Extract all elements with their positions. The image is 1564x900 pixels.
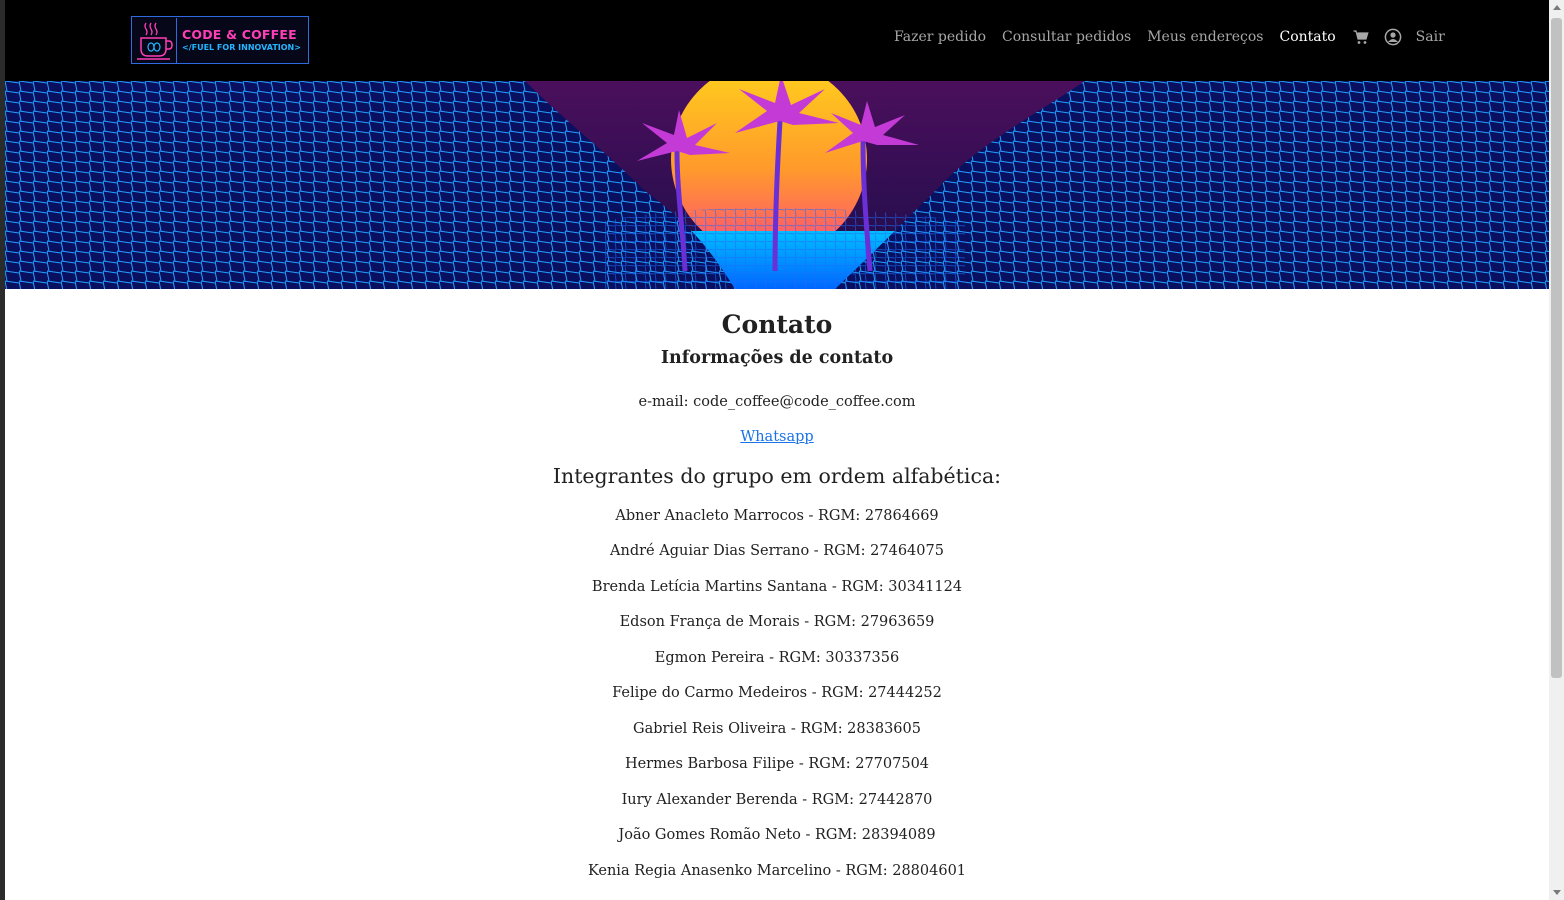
scroll-down-icon[interactable] <box>1553 890 1561 895</box>
member-item: Gabriel Reis Oliveira - RGM: 28383605 <box>632 721 921 737</box>
whatsapp-link[interactable]: Whatsapp <box>740 429 813 445</box>
scroll-thumb[interactable] <box>1551 18 1562 678</box>
brand-logo[interactable]: CODE & COFFEE </FUEL FOR INNOVATION> <box>131 16 309 64</box>
member-item: Felipe do Carmo Medeiros - RGM: 27444252 <box>612 685 942 701</box>
vertical-scrollbar[interactable] <box>1549 0 1564 900</box>
nav-fazer-pedido[interactable]: Fazer pedido <box>894 29 986 45</box>
member-item: Hermes Barbosa Filipe - RGM: 27707504 <box>624 756 930 772</box>
member-item: Iury Alexander Berenda - RGM: 27442870 <box>621 792 933 808</box>
logo-title: CODE & COFFEE <box>182 27 297 42</box>
member-item: Edson França de Morais - RGM: 27963659 <box>619 614 935 630</box>
member-item: João Gomes Romão Neto - RGM: 28394089 <box>618 827 936 843</box>
hero-banner <box>5 81 1549 289</box>
navbar: CODE & COFFEE </FUEL FOR INNOVATION> Faz… <box>5 0 1549 81</box>
coffee-cup-icon <box>132 17 177 63</box>
cart-icon[interactable] <box>1352 28 1370 46</box>
scroll-up-icon[interactable] <box>1553 5 1561 10</box>
member-item: Abner Anacleto Marrocos - RGM: 27864669 <box>615 508 939 524</box>
nav-consultar-pedidos[interactable]: Consultar pedidos <box>1002 29 1131 45</box>
logout-link[interactable]: Sair <box>1416 29 1445 45</box>
member-item: André Aguiar Dias Serrano - RGM: 2746407… <box>610 543 944 559</box>
email-text: e-mail: code_coffee@code_coffee.com <box>638 394 916 410</box>
contact-info-heading: Informações de contato <box>660 348 894 368</box>
logo-tagline: </FUEL FOR INNOVATION> <box>182 43 301 52</box>
nav-contato[interactable]: Contato <box>1279 29 1335 45</box>
member-item: Kenia Regia Anasenko Marcelino - RGM: 28… <box>587 863 967 879</box>
page: CODE & COFFEE </FUEL FOR INNOVATION> Faz… <box>5 0 1549 900</box>
member-item: Brenda Letícia Martins Santana - RGM: 30… <box>591 579 963 595</box>
members-heading: Integrantes do grupo em ordem alfabética… <box>552 464 1002 488</box>
user-circle-icon[interactable] <box>1384 28 1402 46</box>
nav-menu: Fazer pedido Consultar pedidos Meus ende… <box>894 28 1461 46</box>
page-title: Contato <box>721 310 833 339</box>
member-item: Egmon Pereira - RGM: 30337356 <box>654 650 900 666</box>
nav-meus-enderecos[interactable]: Meus endereços <box>1147 29 1263 45</box>
